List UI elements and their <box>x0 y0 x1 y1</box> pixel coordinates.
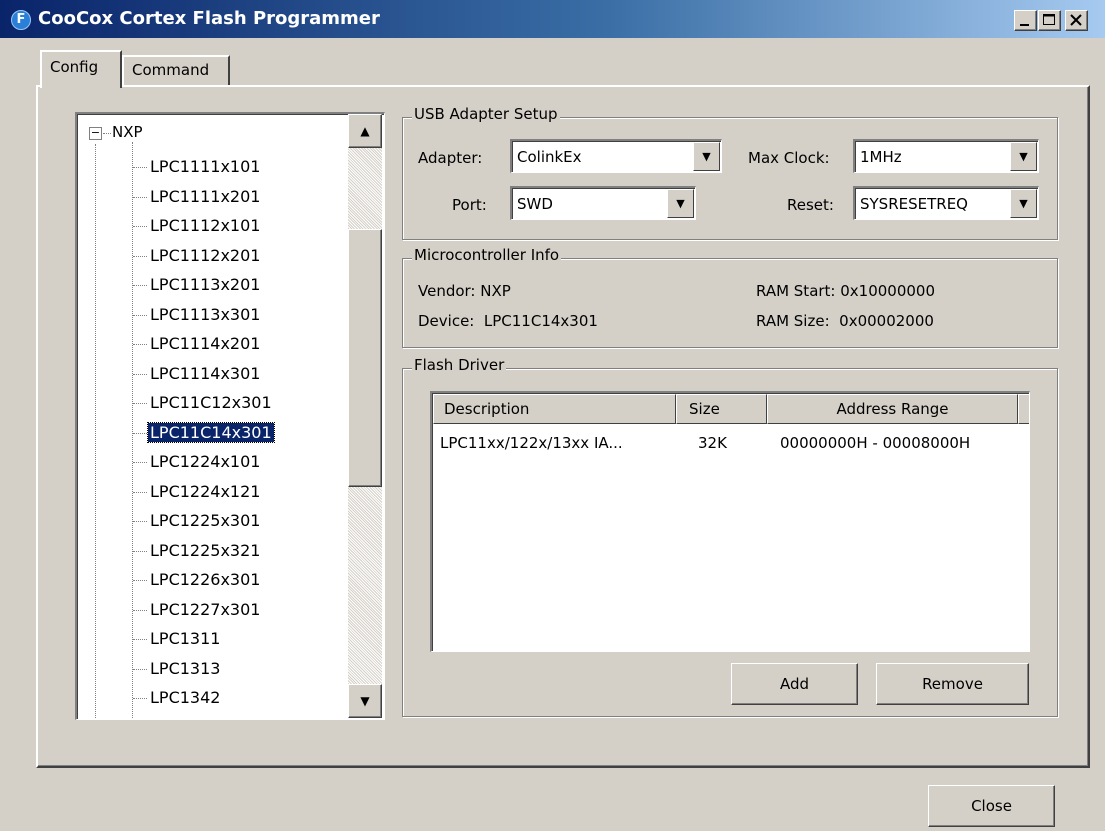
port-select[interactable]: SWD ▼ <box>510 186 696 220</box>
tree-item[interactable]: LPC11C12x301 <box>77 388 352 418</box>
close-button[interactable]: Close <box>928 785 1055 827</box>
minimize-button[interactable] <box>1014 10 1037 31</box>
tree-item[interactable]: LPC1342 <box>77 683 352 713</box>
chevron-down-icon[interactable]: ▼ <box>693 142 720 171</box>
close-window-button[interactable] <box>1065 10 1088 31</box>
tree-item[interactable]: LPC1113x201 <box>77 270 352 300</box>
tree-item-label: LPC1114x301 <box>150 363 261 383</box>
tab-config[interactable]: Config <box>40 50 122 88</box>
tree-root-connector <box>103 133 111 134</box>
collapse-icon[interactable]: − <box>89 127 102 140</box>
tree-item-label: LPC1224x101 <box>150 452 261 471</box>
app-icon: F <box>11 10 31 30</box>
maximize-button[interactable] <box>1038 10 1061 31</box>
tree-item[interactable]: LPC1113x301 <box>77 300 352 330</box>
column-header-size[interactable]: Size <box>676 394 767 424</box>
tree-item-label: LPC1111x101 <box>150 157 261 176</box>
adapter-value: ColinkEx <box>517 148 582 166</box>
scroll-down-icon[interactable]: ▼ <box>348 684 382 718</box>
tree-item[interactable]: LPC1111x101 <box>77 152 352 182</box>
tree-item-label: LPC1227x301 <box>150 599 261 619</box>
tree-item[interactable]: LPC1112x101 <box>77 211 352 241</box>
tree-item[interactable]: LPC1114x301 <box>77 359 352 389</box>
tree-item-selected[interactable]: LPC11C14x301 <box>77 418 352 448</box>
tree-item-label: LPC1224x121 <box>150 481 261 501</box>
tree-item[interactable]: LPC1313 <box>77 654 352 684</box>
minimize-icon <box>1020 24 1029 26</box>
tree-item[interactable]: LPC1112x201 <box>77 241 352 271</box>
add-button[interactable]: Add <box>731 663 858 705</box>
reset-label: Reset: <box>787 196 834 214</box>
tree-item[interactable]: LPC1226x301 <box>77 565 352 595</box>
max-clock-label: Max Clock: <box>748 149 830 167</box>
tree-item[interactable]: LPC1224x101 <box>77 447 352 477</box>
tree-item-label: LPC1225x301 <box>150 511 261 530</box>
adapter-label: Adapter: <box>418 149 483 167</box>
close-icon <box>1070 14 1082 26</box>
column-header-description[interactable]: Description <box>433 394 676 424</box>
window-title: CooCox Cortex Flash Programmer <box>38 8 380 29</box>
ram-start-info: RAM Start: 0x10000000 <box>756 282 936 300</box>
max-clock-value: 1MHz <box>860 148 902 166</box>
tree-item-label: LPC1111x201 <box>150 186 261 206</box>
max-clock-select[interactable]: 1MHz ▼ <box>853 139 1039 173</box>
maximize-icon <box>1043 14 1055 25</box>
tab-command[interactable]: Command <box>122 55 230 85</box>
tree-item-list: LPC1111x101 LPC1111x201 LPC1112x101 LPC1… <box>77 152 352 713</box>
title-bar[interactable]: F CooCox Cortex Flash Programmer <box>0 0 1105 38</box>
usb-adapter-group <box>402 117 1058 240</box>
tree-item-label: LPC1311 <box>150 629 221 648</box>
tree-item-label: LPC11C12x301 <box>150 393 272 412</box>
port-label: Port: <box>452 196 487 214</box>
scrollbar-thumb[interactable] <box>348 229 382 487</box>
tree-item[interactable]: LPC1225x301 <box>77 506 352 536</box>
tree-item-label: LPC1113x201 <box>150 275 261 294</box>
mcu-info-group <box>402 258 1058 348</box>
chevron-down-icon[interactable]: ▼ <box>1010 142 1037 171</box>
tree-item-label: LPC11C14x301 <box>147 421 275 443</box>
tree-item-label: LPC1313 <box>150 658 221 678</box>
column-header-filler <box>1018 394 1029 424</box>
reset-value: SYSRESETREQ <box>860 195 968 213</box>
port-value: SWD <box>517 195 553 213</box>
tree-item[interactable]: LPC1114x201 <box>77 329 352 359</box>
tree-item-label: LPC1226x301 <box>150 570 261 589</box>
tree-item-label: LPC1112x201 <box>150 245 261 265</box>
tree-item-label: LPC1342 <box>150 688 221 707</box>
tree-item-label: LPC1225x321 <box>150 540 261 560</box>
ram-size-info: RAM Size: 0x00002000 <box>756 312 934 330</box>
chevron-down-icon[interactable]: ▼ <box>1010 189 1037 218</box>
cell-size[interactable]: 32K <box>698 434 727 452</box>
flash-driver-group-title: Flash Driver <box>412 356 507 374</box>
scroll-up-icon[interactable]: ▲ <box>348 114 382 148</box>
tree-item-label: LPC1114x201 <box>150 334 261 353</box>
vendor-info: Vendor: NXP <box>418 282 511 300</box>
usb-adapter-group-title: USB Adapter Setup <box>412 105 560 123</box>
flash-driver-list[interactable]: Description Size Address Range LPC11xx/1… <box>430 391 1030 652</box>
tree-item[interactable]: LPC1225x321 <box>77 536 352 566</box>
tree-item[interactable]: LPC1311 <box>77 624 352 654</box>
device-tree[interactable]: − NXP LPC1111x101 LPC1111x201 LPC1112x10… <box>75 112 385 720</box>
tree-item[interactable]: LPC1224x121 <box>77 477 352 507</box>
chevron-down-icon[interactable]: ▼ <box>667 189 694 218</box>
tree-item-label: LPC1113x301 <box>150 304 261 324</box>
tree-item-label: LPC1112x101 <box>150 216 261 235</box>
adapter-select[interactable]: ColinkEx ▼ <box>510 139 722 173</box>
cell-address-range[interactable]: 00000000H - 00008000H <box>780 434 970 452</box>
tree-item[interactable]: LPC1227x301 <box>77 595 352 625</box>
remove-button[interactable]: Remove <box>876 663 1029 705</box>
device-info: Device: LPC11C14x301 <box>418 312 598 330</box>
reset-select[interactable]: SYSRESETREQ ▼ <box>853 186 1039 220</box>
tree-scrollbar[interactable]: ▲ ▼ <box>348 114 382 718</box>
mcu-info-group-title: Microcontroller Info <box>412 246 562 264</box>
tree-root-nxp[interactable]: NXP <box>112 123 143 141</box>
tree-item[interactable]: LPC1111x201 <box>77 182 352 212</box>
cell-description[interactable]: LPC11xx/122x/13xx IA... <box>440 434 623 452</box>
column-header-address-range[interactable]: Address Range <box>767 394 1018 424</box>
